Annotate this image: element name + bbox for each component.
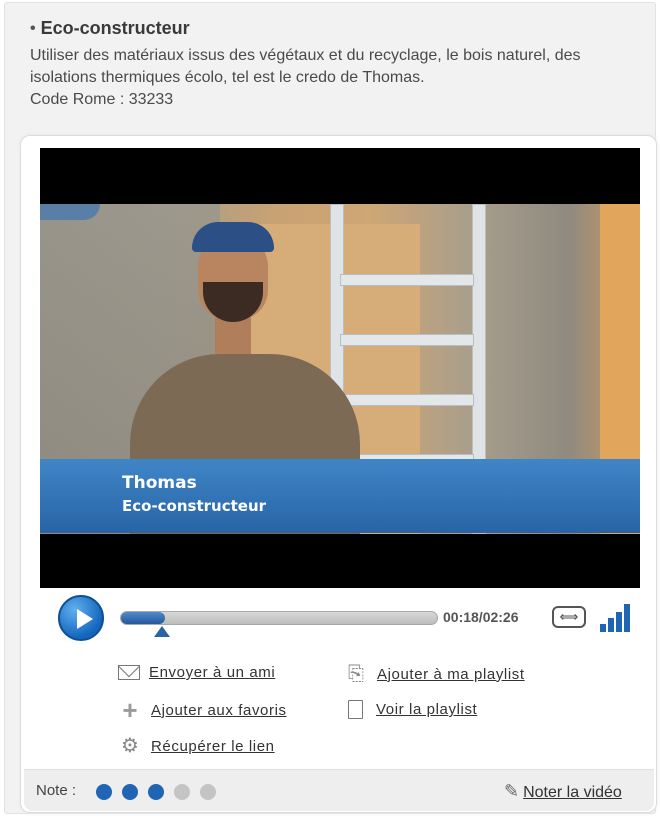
signal-bar (616, 612, 622, 632)
caption-role: Eco-constructeur (122, 497, 267, 515)
view-playlist-label: Voir la playlist (376, 701, 478, 718)
description: Utiliser des matériaux issus des végétau… (30, 45, 642, 111)
add-playlist-link[interactable]: ⎘ Ajouter à ma playlist (344, 664, 525, 684)
ladder-rung (340, 394, 474, 406)
ladder-rung (340, 334, 474, 346)
signal-bar (624, 604, 630, 632)
plus-icon: + (122, 695, 138, 725)
rating-dot[interactable] (148, 784, 164, 800)
caption-name: Thomas (122, 473, 197, 493)
player-controls: 00:18/02:26 ⟺ (40, 590, 640, 646)
rating-dot[interactable] (96, 784, 112, 800)
title-bullet: • (30, 19, 36, 37)
get-link-link[interactable]: ⚙ Récupérer le lien (118, 736, 275, 756)
video-caption: Thomas Eco-constructeur (40, 459, 640, 533)
header: • Eco-constructeur Utiliser des matériau… (30, 18, 650, 111)
time-display: 00:18/02:26 (443, 609, 519, 625)
add-favorites-label: Ajouter aux favoris (151, 701, 287, 719)
rating-bar: Note : ✎ Noter la vidéo (24, 769, 654, 811)
rating-dot[interactable] (200, 784, 216, 800)
expand-button[interactable]: ⟺ (552, 606, 586, 628)
progress-fill (121, 612, 166, 624)
progress-track[interactable] (120, 611, 438, 625)
signal-bar (600, 624, 606, 632)
rate-video-label: Noter la vidéo (523, 784, 622, 801)
document-icon (348, 700, 363, 719)
add-favorites-link[interactable]: + Ajouter aux favoris (118, 695, 287, 725)
rate-video-link[interactable]: ✎ Noter la vidéo (504, 781, 622, 802)
person-cap (192, 222, 274, 252)
page-title: • Eco-constructeur (30, 18, 650, 39)
code-rome: Code Rome : 33233 (30, 91, 174, 108)
ladder-rung (340, 274, 474, 286)
envelope-icon (118, 665, 140, 680)
scene-corner (40, 204, 100, 220)
send-friend-label: Envoyer à un ami (149, 664, 276, 681)
progress-thumb-icon[interactable] (154, 626, 171, 637)
send-friend-link[interactable]: Envoyer à un ami (118, 664, 275, 681)
rating-dot[interactable] (174, 784, 190, 800)
gear-icon: ⚙ (121, 735, 139, 757)
video-frame[interactable]: Thomas Eco-constructeur (40, 148, 640, 588)
video-actions: Envoyer à un ami ⎘ Ajouter à ma playlist… (118, 660, 618, 760)
signal-bar (608, 618, 614, 632)
description-text: Utiliser des matériaux issus des végétau… (30, 47, 581, 86)
title-text: Eco-constructeur (40, 18, 190, 38)
add-to-playlist-icon: ⎘ (348, 663, 364, 685)
add-playlist-label: Ajouter à ma playlist (377, 665, 525, 683)
rating-dots (96, 784, 226, 800)
signal-icon[interactable] (596, 602, 636, 632)
play-button[interactable] (58, 595, 104, 641)
rating-label: Note : (36, 782, 77, 799)
pencil-icon: ✎ (504, 781, 520, 801)
view-playlist-link[interactable]: Voir la playlist (344, 700, 477, 719)
get-link-label: Récupérer le lien (151, 737, 275, 755)
rating-dot[interactable] (122, 784, 138, 800)
